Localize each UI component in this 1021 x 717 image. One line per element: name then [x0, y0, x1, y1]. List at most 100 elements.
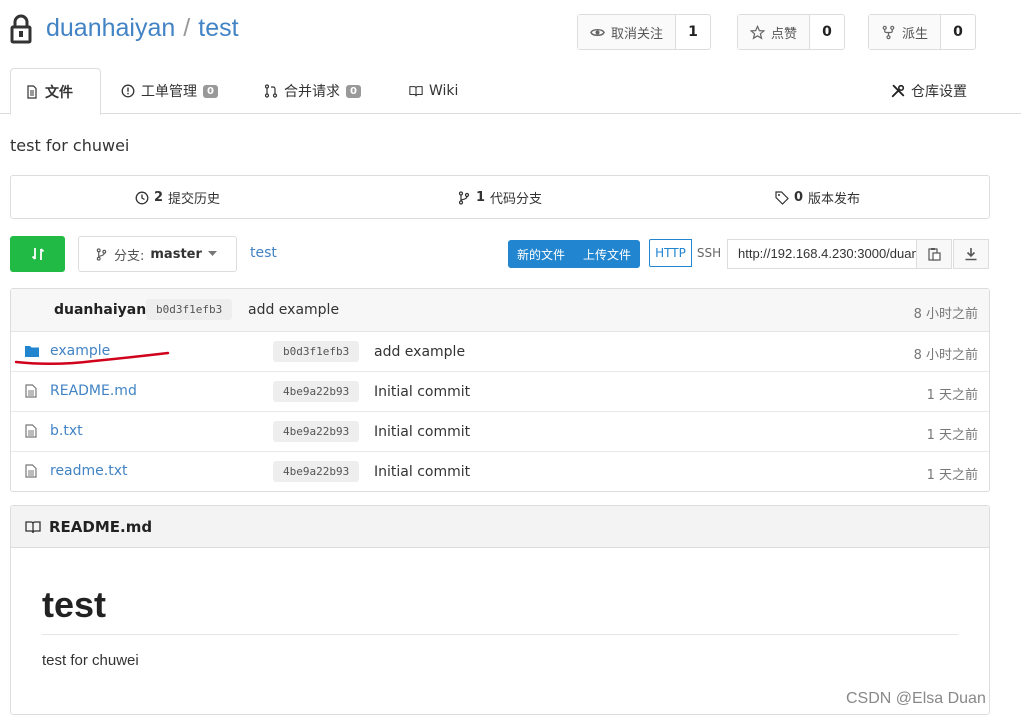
readme-header: README.md	[11, 506, 989, 548]
commits-stat[interactable]: 2 提交历史	[135, 188, 220, 207]
clone-protocol-group: HTTP SSH	[649, 239, 726, 269]
tab-issues[interactable]: 工单管理 0	[107, 68, 232, 114]
file-commit-sha[interactable]: b0d3f1efb3	[273, 341, 360, 362]
tab-files-label: 文件	[45, 84, 73, 101]
branches-label: 代码分支	[490, 192, 543, 207]
branches-count: 1	[476, 190, 486, 205]
tag-icon	[775, 190, 789, 205]
file-name-link[interactable]: b.txt	[50, 423, 83, 439]
fork-group: 派生 0	[868, 14, 977, 50]
branch-prefix: 分支:	[114, 248, 145, 264]
book-icon	[25, 520, 41, 533]
file-row: README.md 4be9a22b93 Initial commit 1 天之…	[11, 372, 989, 412]
repo-owner-link[interactable]: duanhaiyan	[46, 14, 175, 42]
fork-count[interactable]: 0	[941, 15, 975, 49]
branches-stat[interactable]: 1 代码分支	[457, 188, 542, 207]
issues-count-badge: 0	[203, 84, 218, 98]
pulls-count-badge: 0	[346, 84, 361, 98]
file-commit-message: Initial commit	[374, 384, 471, 400]
file-commit-message: add example	[374, 344, 466, 360]
pull-request-icon	[264, 84, 278, 98]
clone-url-input[interactable]: http://192.168.4.230:3000/duanhaiyan/tes…	[727, 239, 917, 269]
readme-filename: README.md	[49, 517, 153, 536]
download-icon	[965, 248, 977, 261]
repo-separator: /	[183, 14, 191, 42]
book-icon	[409, 86, 423, 97]
copy-url-button[interactable]	[916, 239, 952, 269]
file-age: 1 天之前	[926, 428, 978, 443]
fork-button[interactable]: 派生	[869, 15, 942, 49]
watch-group: 取消关注 1	[577, 14, 712, 50]
file-name-link[interactable]: README.md	[50, 383, 137, 399]
file-commit-message: Initial commit	[374, 464, 471, 480]
branch-dropdown[interactable]: 分支: master	[78, 236, 237, 272]
tab-settings[interactable]: 仓库设置	[877, 68, 981, 114]
upload-file-button[interactable]: 上传文件	[574, 240, 640, 268]
eye-icon	[590, 28, 605, 36]
csdn-watermark: CSDN @Elsa Duan	[846, 690, 986, 707]
ssh-clone-button[interactable]: SSH	[692, 239, 726, 267]
releases-label: 版本发布	[808, 192, 861, 207]
file-commit-sha[interactable]: 4be9a22b93	[273, 461, 360, 482]
readme-panel: README.md test test for chuwei	[10, 505, 990, 715]
tab-files[interactable]: 文件	[10, 68, 101, 115]
commit-sha[interactable]: b0d3f1efb3	[146, 299, 233, 320]
repo-description: test for chuwei	[10, 136, 130, 155]
file-commit-sha[interactable]: 4be9a22b93	[273, 421, 360, 442]
star-button[interactable]: 点赞	[738, 15, 811, 49]
history-icon	[135, 191, 149, 204]
issue-opened-icon	[121, 84, 135, 98]
sync-icon	[31, 248, 44, 260]
unwatch-button[interactable]: 取消关注	[578, 15, 677, 49]
watch-count[interactable]: 1	[676, 15, 710, 49]
repo-tabs: 文件 工单管理 0 合并请求 0 Wiki 仓库设置	[0, 68, 1021, 115]
unwatch-label: 取消关注	[611, 26, 664, 42]
star-count[interactable]: 0	[810, 15, 844, 49]
branch-icon	[458, 190, 470, 205]
releases-count: 0	[794, 190, 804, 205]
readme-body: test for chuwei	[42, 652, 139, 669]
download-button[interactable]	[953, 239, 989, 269]
file-row: readme.txt 4be9a22b93 Initial commit 1 天…	[11, 452, 989, 492]
fork-label: 派生	[902, 26, 929, 42]
tab-pulls[interactable]: 合并请求 0	[250, 68, 375, 114]
repo-name-link[interactable]: test	[198, 14, 238, 42]
star-icon	[750, 24, 765, 40]
branch-name: master	[150, 246, 202, 262]
lock-icon	[10, 14, 32, 44]
repo-header: duanhaiyan / test 取消关注 1 点赞 0 派生 0	[0, 0, 1021, 66]
file-age: 8 小时之前	[913, 348, 978, 363]
tools-icon	[891, 84, 905, 98]
readme-divider	[42, 634, 958, 635]
file-text-icon	[25, 464, 37, 478]
file-text-icon	[25, 424, 37, 438]
commit-age: 8 小时之前	[913, 307, 978, 322]
branch-icon	[96, 247, 107, 261]
latest-commit-row: duanhaiyan b0d3f1efb3 add example 8 小时之前	[11, 289, 989, 332]
star-group: 点赞 0	[737, 14, 846, 50]
repo-title: duanhaiyan / test	[46, 14, 239, 43]
commit-message: add example	[248, 302, 340, 318]
file-name-link[interactable]: readme.txt	[50, 463, 128, 479]
file-text-icon	[25, 384, 37, 398]
releases-stat[interactable]: 0 版本发布	[775, 188, 860, 207]
new-file-button[interactable]: 新的文件	[508, 240, 574, 268]
star-label: 点赞	[771, 26, 798, 42]
commits-count: 2	[154, 190, 164, 205]
file-age: 1 天之前	[926, 468, 978, 483]
file-table: duanhaiyan b0d3f1efb3 add example 8 小时之前…	[10, 288, 990, 492]
tab-wiki[interactable]: Wiki	[395, 68, 472, 114]
file-row: b.txt 4be9a22b93 Initial commit 1 天之前	[11, 412, 989, 452]
clipboard-icon	[928, 248, 941, 261]
commit-author[interactable]: duanhaiyan	[54, 302, 146, 318]
red-underline-annotation	[14, 351, 170, 366]
tab-settings-label: 仓库设置	[911, 84, 967, 100]
repo-stats-bar: 2 提交历史 1 代码分支 0 版本发布	[10, 175, 990, 219]
file-age: 1 天之前	[926, 388, 978, 403]
file-commit-sha[interactable]: 4be9a22b93	[273, 381, 360, 402]
http-clone-button[interactable]: HTTP	[649, 239, 692, 267]
breadcrumb-repo-link[interactable]: test	[250, 245, 277, 261]
compare-sync-button[interactable]	[10, 236, 65, 272]
tab-wiki-label: Wiki	[429, 83, 459, 99]
file-actions-group: 新的文件 上传文件	[508, 240, 641, 268]
